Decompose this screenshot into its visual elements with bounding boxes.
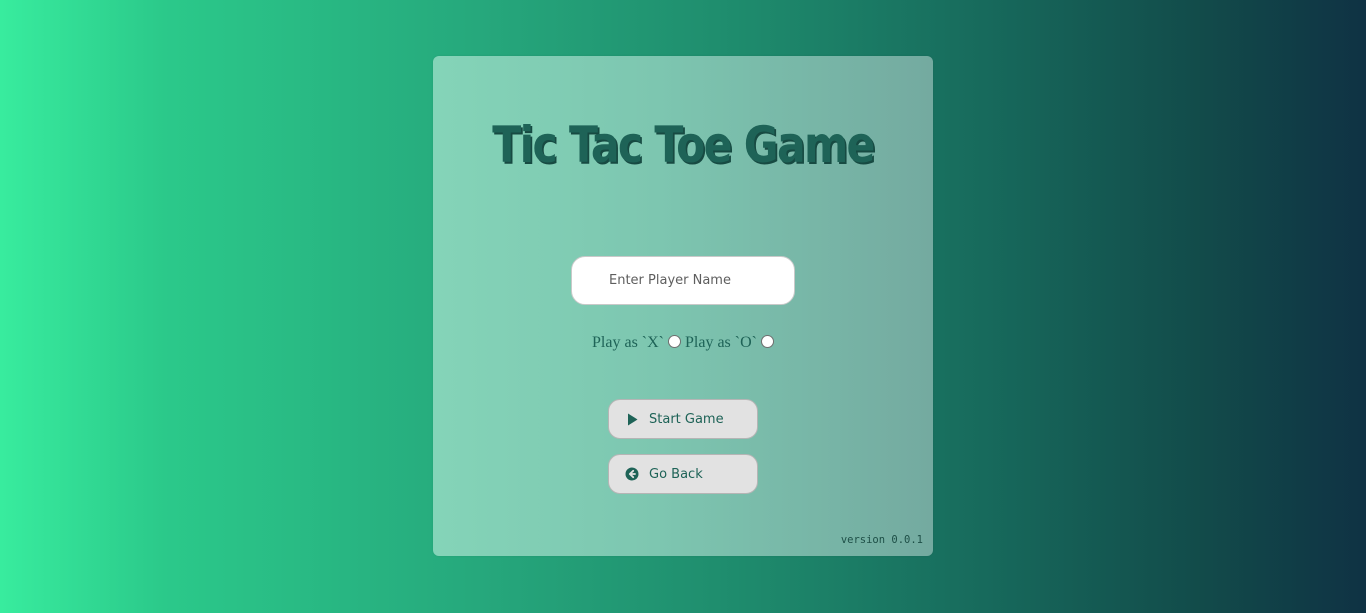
choice-x-label: Play as `X`: [592, 334, 664, 351]
go-back-button[interactable]: Go Back: [608, 454, 758, 494]
go-back-label: Go Back: [649, 466, 703, 482]
version-label: version 0.0.1: [840, 534, 923, 546]
arrow-circle-left-icon: [625, 467, 639, 481]
page-title: Tic Tac Toe Game: [492, 116, 875, 174]
play-icon: [625, 412, 639, 426]
player-name-input[interactable]: [571, 256, 795, 305]
menu-card: Tic Tac Toe Game Play as `X` Play as `O`…: [433, 56, 933, 556]
choice-o-label: Play as `O`: [685, 334, 757, 351]
radio-x[interactable]: [668, 334, 681, 348]
choice-o[interactable]: Play as `O`: [685, 334, 774, 352]
start-game-label: Start Game: [649, 411, 724, 427]
symbol-choice-row: Play as `X` Play as `O`: [433, 334, 933, 352]
choice-x[interactable]: Play as `X`: [592, 334, 681, 352]
start-game-button[interactable]: Start Game: [608, 399, 758, 439]
radio-o[interactable]: [760, 334, 774, 348]
